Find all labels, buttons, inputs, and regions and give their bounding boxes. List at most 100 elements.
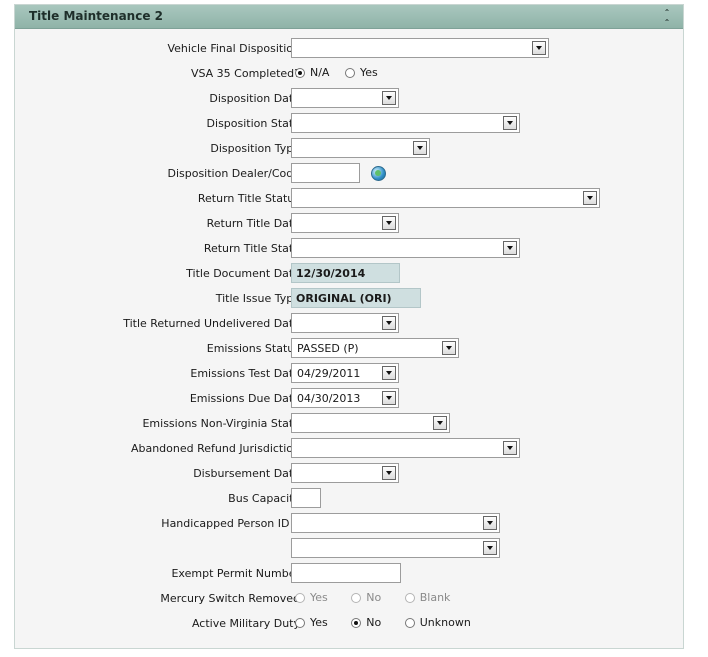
mercury-option-blank: Blank	[404, 591, 450, 604]
label-disbursement-date: Disbursement Date	[193, 467, 300, 480]
label-title-issue-type: Title Issue Type	[215, 292, 300, 305]
label-emissions-non-virginia-state: Emissions Non-Virginia State	[142, 417, 300, 430]
disposition-dealer-input[interactable]	[291, 163, 360, 183]
title-document-date-value: 12/30/2014	[291, 263, 400, 283]
chevron-down-icon[interactable]	[532, 41, 546, 55]
option-label: N/A	[310, 66, 330, 79]
chevron-down-icon[interactable]	[413, 141, 427, 155]
label-return-title-state: Return Title State	[203, 242, 300, 255]
radio-icon[interactable]	[404, 618, 415, 628]
row-exempt-permit-number: Exempt Permit Number	[15, 563, 683, 585]
vsa35-option-yes[interactable]: Yes	[344, 66, 378, 79]
disposition-date-picker[interactable]	[291, 88, 399, 108]
row-disposition-state: Disposition State	[15, 113, 683, 135]
exempt-permit-number-input[interactable]	[291, 563, 401, 583]
handicapped-person-id-2-select[interactable]	[291, 538, 500, 558]
radio-selected-icon[interactable]	[295, 68, 305, 78]
row-return-title-status: Return Title Status	[15, 188, 683, 210]
label-emissions-status: Emissions Status	[206, 342, 300, 355]
return-title-status-select[interactable]	[291, 188, 600, 208]
label-disposition-state: Disposition State	[206, 117, 300, 130]
radio-icon	[351, 593, 362, 603]
label-emissions-due-date: Emissions Due Date	[189, 392, 300, 405]
row-title-returned-undelivered-date: Title Returned Undelivered Date	[15, 313, 683, 335]
row-title-document-date: Title Document Date 12/30/2014	[15, 263, 683, 285]
row-handicapped-person-id-1: Handicapped Person ID 1	[15, 513, 683, 535]
row-vehicle-final-disposition: Vehicle Final Disposition	[15, 38, 683, 60]
chevron-down-icon[interactable]	[382, 391, 396, 405]
chevron-down-icon[interactable]	[503, 116, 517, 130]
disposition-type-select[interactable]	[291, 138, 430, 158]
military-option-no[interactable]: No	[351, 616, 381, 629]
row-return-title-date: Return Title Date	[15, 213, 683, 235]
vsa35-radio-group: N/A Yes	[295, 66, 390, 79]
emissions-test-date-picker[interactable]: 04/29/2011	[291, 363, 399, 383]
chevron-down-icon[interactable]	[483, 516, 497, 530]
row-title-issue-type: Title Issue Type ORIGINAL (ORI)	[15, 288, 683, 310]
emissions-status-select[interactable]: PASSED (P)	[291, 338, 459, 358]
chevron-down-icon[interactable]	[382, 316, 396, 330]
option-label: No	[366, 616, 382, 629]
disposition-state-select[interactable]	[291, 113, 520, 133]
lookup-search-icon[interactable]	[371, 166, 386, 181]
label-disposition-type: Disposition Type	[210, 142, 300, 155]
chevron-down-icon[interactable]	[503, 241, 517, 255]
label-bus-capacity: Bus Capacity	[228, 492, 300, 505]
handicapped-person-id-1-select[interactable]	[291, 513, 500, 533]
return-title-state-select[interactable]	[291, 238, 520, 258]
military-option-unknown[interactable]: Unknown	[404, 616, 471, 629]
label-return-title-date: Return Title Date	[206, 217, 300, 230]
vehicle-final-disposition-select[interactable]	[291, 38, 549, 58]
row-disposition-date: Disposition Date	[15, 88, 683, 110]
option-label: Yes	[310, 591, 328, 604]
collapse-icon[interactable]: ˆˆ	[661, 10, 673, 30]
select-value: PASSED (P)	[297, 342, 359, 355]
vsa35-option-na[interactable]: N/A	[295, 66, 329, 79]
emissions-due-date-picker[interactable]: 04/30/2013	[291, 388, 399, 408]
chevron-down-icon[interactable]	[382, 216, 396, 230]
label-disposition-dealer: Disposition Dealer/Code	[167, 167, 300, 180]
label-title-document-date: Title Document Date	[186, 267, 300, 280]
return-title-date-picker[interactable]	[291, 213, 399, 233]
disbursement-date-picker[interactable]	[291, 463, 399, 483]
select-value: 04/30/2013	[297, 392, 361, 405]
label-abandoned-refund-jurisdiction: Abandoned Refund Jurisdiction	[130, 442, 300, 455]
label-mercury-switch-removed: Mercury Switch Removed	[160, 592, 300, 605]
option-label: Yes	[310, 616, 328, 629]
option-label: No	[366, 591, 382, 604]
military-option-yes[interactable]: Yes	[295, 616, 328, 629]
title-returned-undelivered-date-picker[interactable]	[291, 313, 399, 333]
row-disposition-dealer: Disposition Dealer/Code	[15, 163, 683, 185]
label-disposition-date: Disposition Date	[209, 92, 300, 105]
panel-title: Title Maintenance 2	[29, 9, 163, 23]
mercury-option-yes: Yes	[295, 591, 328, 604]
chevron-down-icon[interactable]	[503, 441, 517, 455]
row-abandoned-refund-jurisdiction: Abandoned Refund Jurisdiction	[15, 438, 683, 460]
bus-capacity-input[interactable]	[291, 488, 321, 508]
title-maintenance-panel: Title Maintenance 2 ˆˆ Vehicle Final Dis…	[14, 4, 684, 649]
option-label: Yes	[359, 66, 378, 79]
select-value: 04/29/2011	[297, 367, 361, 380]
radio-icon[interactable]	[295, 618, 305, 628]
radio-selected-icon[interactable]	[351, 618, 362, 628]
chevron-down-icon[interactable]	[583, 191, 597, 205]
row-emissions-non-virginia-state: Emissions Non-Virginia State	[15, 413, 683, 435]
label-active-military-duty: Active Military Duty	[191, 617, 300, 630]
chevron-down-icon[interactable]	[382, 366, 396, 380]
label-emissions-test-date: Emissions Test Date	[190, 367, 300, 380]
radio-icon[interactable]	[344, 68, 355, 78]
emissions-non-virginia-state-select[interactable]	[291, 413, 450, 433]
mercury-option-no: No	[351, 591, 381, 604]
abandoned-refund-jurisdiction-select[interactable]	[291, 438, 520, 458]
mercury-switch-radio-group: Yes No Blank	[295, 591, 462, 604]
chevron-down-icon[interactable]	[483, 541, 497, 555]
row-handicapped-person-id-2: 2	[15, 538, 683, 560]
chevron-down-icon[interactable]	[382, 91, 396, 105]
radio-icon	[404, 593, 415, 603]
chevron-down-icon[interactable]	[382, 466, 396, 480]
chevron-down-icon[interactable]	[433, 416, 447, 430]
row-disbursement-date: Disbursement Date	[15, 463, 683, 485]
chevron-down-icon[interactable]	[442, 341, 456, 355]
row-emissions-status: Emissions Status PASSED (P)	[15, 338, 683, 360]
label-return-title-status: Return Title Status	[197, 192, 300, 205]
